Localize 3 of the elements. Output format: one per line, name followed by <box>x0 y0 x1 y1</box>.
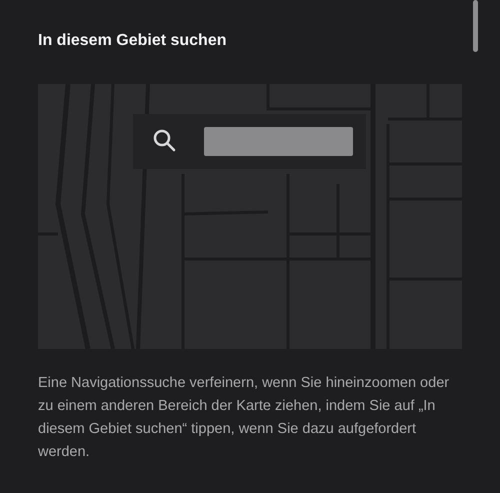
scrollbar[interactable] <box>473 0 478 52</box>
description-text: Eine Navigationssuche verfeinern, wenn Sie hineinzoomen oder zu einem anderen Bereich der Karte ziehen, indem Sie auf „In diesem Gebiet suchen“ tippen, wenn Sie dazu aufgefordert werden. <box>38 374 450 462</box>
section-title: In diesem Gebiet suchen <box>38 31 228 51</box>
